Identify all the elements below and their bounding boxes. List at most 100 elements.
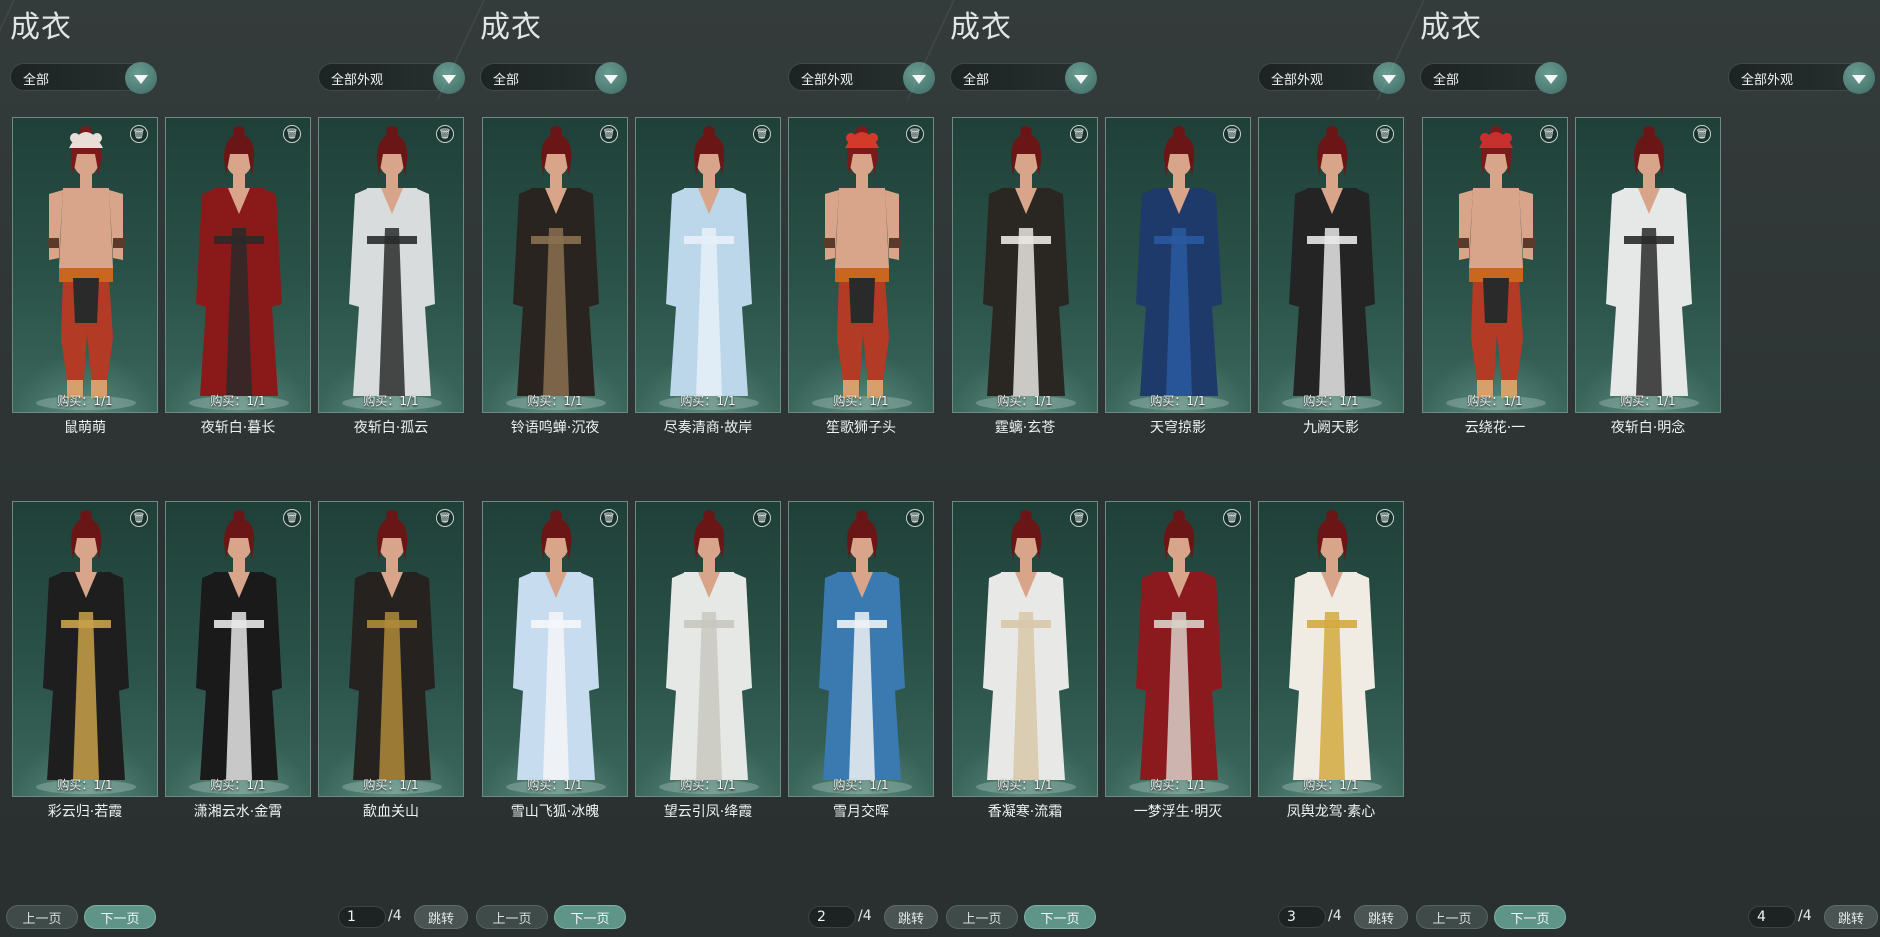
outfit-card[interactable]: 🗑 购买：1/1 bbox=[1258, 501, 1404, 797]
outfit-card[interactable]: 🗑 购买：1/1 bbox=[788, 117, 934, 413]
trash-icon[interactable]: 🗑 bbox=[1693, 125, 1711, 143]
wardrobe-panel-4: 成衣 全部 全部外观 🗑 购买：1/1 云绕花·一 🗑 购买：1/1 夜斩白·明念 上一页 下一页 4… bbox=[1376, 0, 1880, 937]
outfit-figure-image bbox=[1599, 126, 1699, 410]
outfit-name: 雪山飞狐·冰魄 bbox=[510, 804, 600, 820]
outfit-card[interactable]: 🗑 购买：1/1 bbox=[1105, 501, 1251, 797]
outfit-card[interactable]: 🗑 购买：1/1 bbox=[952, 501, 1098, 797]
dropdown-toggle-button[interactable] bbox=[125, 62, 157, 94]
next-page-button[interactable]: 下一页 bbox=[554, 905, 626, 929]
trash-icon[interactable]: 🗑 bbox=[130, 509, 148, 527]
trash-icon[interactable]: 🗑 bbox=[600, 509, 618, 527]
page-number-input[interactable]: 3 bbox=[1278, 906, 1326, 928]
outfit-card[interactable]: 🗑 购买：1/1 bbox=[165, 117, 311, 413]
trash-icon[interactable]: 🗑 bbox=[283, 509, 301, 527]
outfit-card[interactable]: 🗑 购买：1/1 bbox=[1422, 117, 1568, 413]
outfit-figure-image bbox=[976, 126, 1076, 410]
outfit-card[interactable]: 🗑 购买：1/1 bbox=[635, 117, 781, 413]
prev-page-button[interactable]: 上一页 bbox=[946, 905, 1018, 929]
outfit-card[interactable]: 🗑 购买：1/1 bbox=[1105, 117, 1251, 413]
trash-icon[interactable]: 🗑 bbox=[436, 125, 454, 143]
trash-icon[interactable]: 🗑 bbox=[1540, 125, 1558, 143]
category-filter-value: 全部 bbox=[23, 73, 50, 88]
outfit-card[interactable]: 🗑 购买：1/1 bbox=[1258, 117, 1404, 413]
prev-page-button[interactable]: 上一页 bbox=[1416, 905, 1488, 929]
outfit-figure-image bbox=[506, 126, 606, 410]
trash-icon[interactable]: 🗑 bbox=[1376, 125, 1394, 143]
dropdown-toggle-button[interactable] bbox=[595, 62, 627, 94]
jump-button[interactable]: 跳转 bbox=[1354, 905, 1408, 929]
outfit-card[interactable]: 🗑 购买：1/1 bbox=[318, 501, 464, 797]
dropdown-toggle-button[interactable] bbox=[1065, 62, 1097, 94]
prev-page-button[interactable]: 上一页 bbox=[476, 905, 548, 929]
outfit-wardrobe-screen: 成衣 全部 全部外观 🗑 购买：1/1 鼠萌萌 🗑 购买：1/1 夜斩白·暮长 🗑 购买：1/1 夜斩… bbox=[0, 0, 1880, 937]
category-filter-dropdown[interactable]: 全部 bbox=[480, 62, 627, 94]
trash-icon[interactable]: 🗑 bbox=[1070, 509, 1088, 527]
trash-icon[interactable]: 🗑 bbox=[753, 125, 771, 143]
chevron-down-icon bbox=[1074, 75, 1088, 84]
chevron-down-icon bbox=[1544, 75, 1558, 84]
purchase-count: 购买：1/1 bbox=[210, 778, 266, 792]
outfit-figure-image bbox=[659, 126, 759, 410]
trash-icon[interactable]: 🗑 bbox=[130, 125, 148, 143]
trash-icon[interactable]: 🗑 bbox=[283, 125, 301, 143]
trash-icon[interactable]: 🗑 bbox=[436, 509, 454, 527]
trash-icon[interactable]: 🗑 bbox=[1223, 125, 1241, 143]
outfit-card[interactable]: 🗑 购买：1/1 bbox=[482, 117, 628, 413]
jump-button[interactable]: 跳转 bbox=[884, 905, 938, 929]
wardrobe-panel-2: 成衣 全部 全部外观 🗑 购买：1/1 铃语鸣蝉·沉夜 🗑 购买：1/1 尽奏清商·故岸 🗑 购买：… bbox=[436, 0, 940, 937]
purchase-count: 购买：1/1 bbox=[527, 394, 583, 408]
trash-icon[interactable]: 🗑 bbox=[906, 125, 924, 143]
outfit-card[interactable]: 🗑 购买：1/1 bbox=[788, 501, 934, 797]
jump-button[interactable]: 跳转 bbox=[414, 905, 468, 929]
trash-icon[interactable]: 🗑 bbox=[753, 509, 771, 527]
jump-button[interactable]: 跳转 bbox=[1824, 905, 1878, 929]
page-title: 成衣 bbox=[10, 10, 72, 45]
category-filter-dropdown[interactable]: 全部 bbox=[10, 62, 157, 94]
appearance-filter-dropdown[interactable]: 全部外观 bbox=[1728, 62, 1875, 94]
purchase-count: 购买：1/1 bbox=[57, 394, 113, 408]
page-number-input[interactable]: 4 bbox=[1748, 906, 1796, 928]
outfit-card[interactable]: 🗑 购买：1/1 bbox=[165, 501, 311, 797]
trash-icon[interactable]: 🗑 bbox=[600, 125, 618, 143]
outfit-card[interactable]: 🗑 购买：1/1 bbox=[952, 117, 1098, 413]
outfit-name: 夜斩白·明念 bbox=[1610, 420, 1686, 436]
next-page-button[interactable]: 下一页 bbox=[1024, 905, 1096, 929]
wardrobe-panel-3: 成衣 全部 全部外观 🗑 购买：1/1 霆螭·玄苍 🗑 购买：1/1 天穹掠影 🗑 购买：1/1 九阙… bbox=[906, 0, 1410, 937]
outfit-card[interactable]: 🗑 购买：1/1 bbox=[1575, 117, 1721, 413]
outfit-card[interactable]: 🗑 购买：1/1 bbox=[12, 117, 158, 413]
trash-icon[interactable]: 🗑 bbox=[1070, 125, 1088, 143]
outfit-card[interactable]: 🗑 购买：1/1 bbox=[635, 501, 781, 797]
page-title: 成衣 bbox=[1420, 10, 1482, 45]
purchase-count: 购买：1/1 bbox=[1620, 394, 1676, 408]
outfit-name: 夜斩白·暮长 bbox=[200, 420, 276, 436]
trash-icon[interactable]: 🗑 bbox=[1223, 509, 1241, 527]
trash-icon[interactable]: 🗑 bbox=[1376, 509, 1394, 527]
page-number-input[interactable]: 1 bbox=[338, 906, 386, 928]
appearance-filter-value: 全部外观 bbox=[331, 73, 384, 88]
outfit-figure-image bbox=[189, 510, 289, 794]
prev-page-button[interactable]: 上一页 bbox=[6, 905, 78, 929]
purchase-count: 购买：1/1 bbox=[680, 394, 736, 408]
outfit-card[interactable]: 🗑 购买：1/1 bbox=[318, 117, 464, 413]
outfit-name: 霆螭·玄苍 bbox=[994, 420, 1056, 436]
next-page-button[interactable]: 下一页 bbox=[84, 905, 156, 929]
purchase-count: 购买：1/1 bbox=[833, 778, 889, 792]
outfit-card[interactable]: 🗑 购买：1/1 bbox=[482, 501, 628, 797]
outfit-figure-image bbox=[1129, 510, 1229, 794]
outfit-figure-image bbox=[36, 126, 136, 410]
trash-icon[interactable]: 🗑 bbox=[906, 509, 924, 527]
dropdown-toggle-button[interactable] bbox=[1535, 62, 1567, 94]
category-filter-dropdown[interactable]: 全部 bbox=[950, 62, 1097, 94]
outfit-figure-image bbox=[976, 510, 1076, 794]
outfit-figure-image bbox=[1446, 126, 1546, 410]
purchase-count: 购买：1/1 bbox=[1150, 394, 1206, 408]
outfit-card[interactable]: 🗑 购买：1/1 bbox=[12, 501, 158, 797]
dropdown-toggle-button[interactable] bbox=[1843, 62, 1875, 94]
purchase-count: 购买：1/1 bbox=[997, 394, 1053, 408]
outfit-name: 望云引凤·绛霞 bbox=[663, 804, 753, 820]
purchase-count: 购买：1/1 bbox=[210, 394, 266, 408]
next-page-button[interactable]: 下一页 bbox=[1494, 905, 1566, 929]
category-filter-dropdown[interactable]: 全部 bbox=[1420, 62, 1567, 94]
page-title: 成衣 bbox=[480, 10, 542, 45]
page-number-input[interactable]: 2 bbox=[808, 906, 856, 928]
